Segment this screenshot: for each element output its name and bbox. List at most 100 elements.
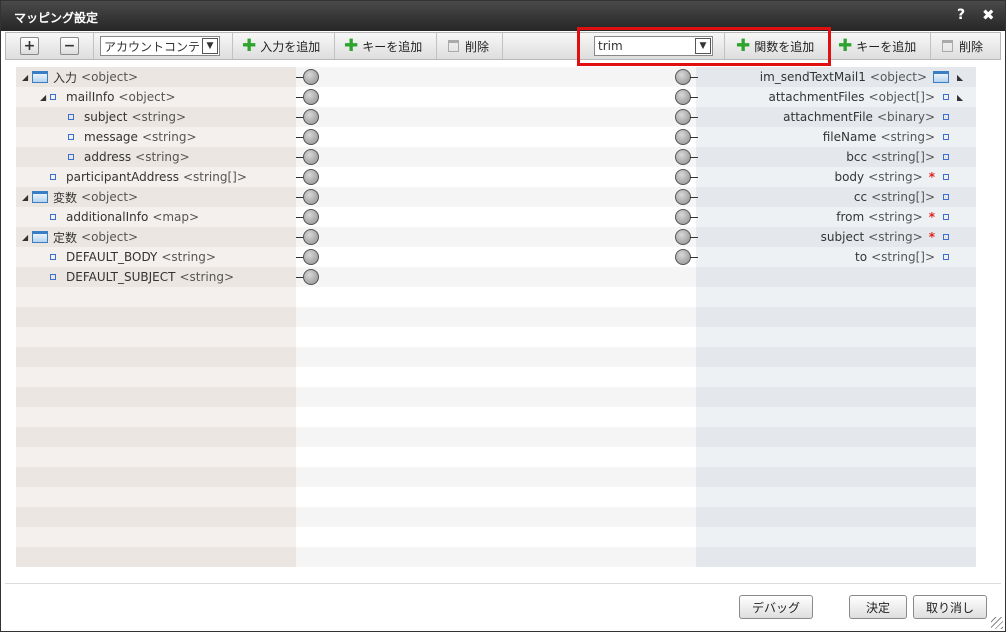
input-connector-node[interactable]	[303, 149, 319, 165]
connector-line	[690, 197, 698, 198]
expand-triangle-icon[interactable]: ◢	[22, 73, 32, 82]
trash-icon	[448, 40, 459, 52]
title-bar: マッピング設定 ? ✖	[1, 1, 1005, 31]
output-connector-node[interactable]	[675, 129, 691, 145]
output-tree-row[interactable]: attachmentFile <binary>	[783, 107, 967, 127]
add-key-label-right: キーを追加	[856, 39, 917, 54]
output-field-name: bcc	[846, 150, 868, 164]
output-connector-node[interactable]	[675, 89, 691, 105]
output-tree-row[interactable]: bcc <string[]>	[846, 147, 967, 167]
output-tree-row[interactable]: subject <string> *	[821, 227, 967, 247]
input-tree-row[interactable]: additionalInfo <map>	[40, 207, 199, 227]
add-key-button-right[interactable]: ✚ キーを追加	[838, 33, 916, 59]
input-connector-node[interactable]	[303, 209, 319, 225]
output-connector-node[interactable]	[675, 149, 691, 165]
output-connector-node[interactable]	[675, 209, 691, 225]
expand-triangle-icon[interactable]: ◢	[40, 93, 50, 102]
expand-triangle-icon[interactable]: ◢	[22, 193, 32, 202]
input-tree-row[interactable]: subject <string>	[58, 107, 186, 127]
input-field-type: <map>	[152, 210, 200, 224]
output-field-type: <string[]>	[871, 150, 935, 164]
field-icon	[943, 154, 949, 160]
expand-triangle-icon[interactable]: ◣	[957, 73, 967, 82]
input-field-name: subject	[84, 110, 128, 124]
help-icon[interactable]: ?	[957, 7, 965, 23]
toolbar-divider	[232, 33, 233, 59]
field-icon	[50, 254, 56, 260]
debug-button[interactable]: デバッグ	[739, 595, 813, 619]
context-select[interactable]: アカウントコンテ ▼	[100, 36, 220, 56]
expand-triangle-icon[interactable]: ◢	[22, 233, 32, 242]
output-connector-node[interactable]	[675, 189, 691, 205]
output-field-name: attachmentFile	[783, 110, 873, 124]
expand-all-button[interactable]: +	[20, 37, 39, 55]
output-tree-row[interactable]: fileName <string>	[823, 127, 967, 147]
resize-grip[interactable]	[991, 617, 1003, 629]
output-tree-row[interactable]: im_sendTextMail1 <object> ◣	[760, 67, 967, 87]
close-icon[interactable]: ✖	[982, 6, 995, 24]
output-tree-row[interactable]: from <string> *	[836, 207, 967, 227]
add-icon: ✚	[242, 35, 257, 56]
input-tree-row[interactable]: DEFAULT_SUBJECT <string>	[40, 267, 234, 287]
output-tree-row[interactable]: body <string> *	[834, 167, 967, 187]
input-field-name: additionalInfo	[66, 210, 149, 224]
input-tree-row[interactable]: ◢ 入力 <object>	[22, 67, 138, 87]
output-connector-node[interactable]	[675, 69, 691, 85]
add-input-button[interactable]: ✚ 入力を追加	[242, 33, 320, 59]
output-tree-row[interactable]: cc <string[]>	[854, 187, 967, 207]
input-tree-row[interactable]: ◢ mailInfo <object>	[40, 87, 176, 107]
input-connector-node[interactable]	[303, 169, 319, 185]
delete-label-left: 削除	[465, 39, 490, 54]
add-function-button[interactable]: ✚ 関数を追加	[736, 33, 814, 59]
input-field-name: DEFAULT_BODY	[66, 250, 158, 264]
input-connector-node[interactable]	[303, 269, 319, 285]
field-icon	[943, 94, 949, 100]
output-field-type: <object>	[869, 70, 927, 84]
input-tree-row[interactable]: message <string>	[58, 127, 197, 147]
chevron-down-icon: ▼	[202, 38, 218, 54]
input-field-name: 変数	[53, 190, 78, 205]
add-icon: ✚	[344, 35, 359, 56]
output-tree-row[interactable]: to <string[]>	[855, 247, 967, 267]
input-field-type: <object>	[118, 90, 176, 104]
connector-line	[690, 157, 698, 158]
output-connector-node[interactable]	[675, 169, 691, 185]
cancel-button[interactable]: 取り消し	[913, 595, 987, 619]
connector-line	[690, 77, 698, 78]
output-connector-node[interactable]	[675, 229, 691, 245]
toolbar-divider	[436, 33, 437, 59]
input-tree-row[interactable]: participantAddress <string[]>	[40, 167, 247, 187]
expand-triangle-icon[interactable]: ◣	[957, 93, 967, 102]
field-icon	[68, 154, 74, 160]
input-tree-row[interactable]: DEFAULT_BODY <string>	[40, 247, 216, 267]
input-tree-row[interactable]: address <string>	[58, 147, 190, 167]
delete-button-left[interactable]: 削除	[448, 33, 489, 59]
output-field-type: <object[]>	[868, 90, 935, 104]
toolbar-divider	[828, 33, 829, 59]
toolbar: + − アカウントコンテ ▼ ✚ 入力を追加 ✚ キーを追加 削除 trim ▼	[5, 32, 1001, 60]
input-connector-node[interactable]	[303, 89, 319, 105]
function-select[interactable]: trim ▼	[594, 36, 713, 56]
output-field-name: from	[836, 210, 865, 224]
input-connector-node[interactable]	[303, 249, 319, 265]
delete-button-right[interactable]: 削除	[942, 33, 983, 59]
input-connector-node[interactable]	[303, 129, 319, 145]
output-field-name: body	[834, 170, 865, 184]
input-connector-node[interactable]	[303, 69, 319, 85]
mapping-canvas[interactable]	[296, 67, 696, 567]
input-tree-row[interactable]: ◢ 変数 <object>	[22, 187, 138, 207]
output-connector-node[interactable]	[675, 249, 691, 265]
connector-line	[690, 97, 698, 98]
input-connector-node[interactable]	[303, 189, 319, 205]
input-connector-node[interactable]	[303, 109, 319, 125]
input-connector-node[interactable]	[303, 229, 319, 245]
ok-button[interactable]: 決定	[849, 595, 907, 619]
output-connector-node[interactable]	[675, 109, 691, 125]
input-field-type: <string>	[161, 250, 216, 264]
add-key-button-left[interactable]: ✚ キーを追加	[344, 33, 422, 59]
chevron-down-icon: ▼	[695, 38, 711, 54]
output-tree-row[interactable]: attachmentFiles <object[]> ◣	[769, 87, 968, 107]
collapse-all-button[interactable]: −	[60, 37, 79, 55]
input-tree-row[interactable]: ◢ 定数 <object>	[22, 227, 138, 247]
toolbar-divider	[724, 33, 725, 59]
